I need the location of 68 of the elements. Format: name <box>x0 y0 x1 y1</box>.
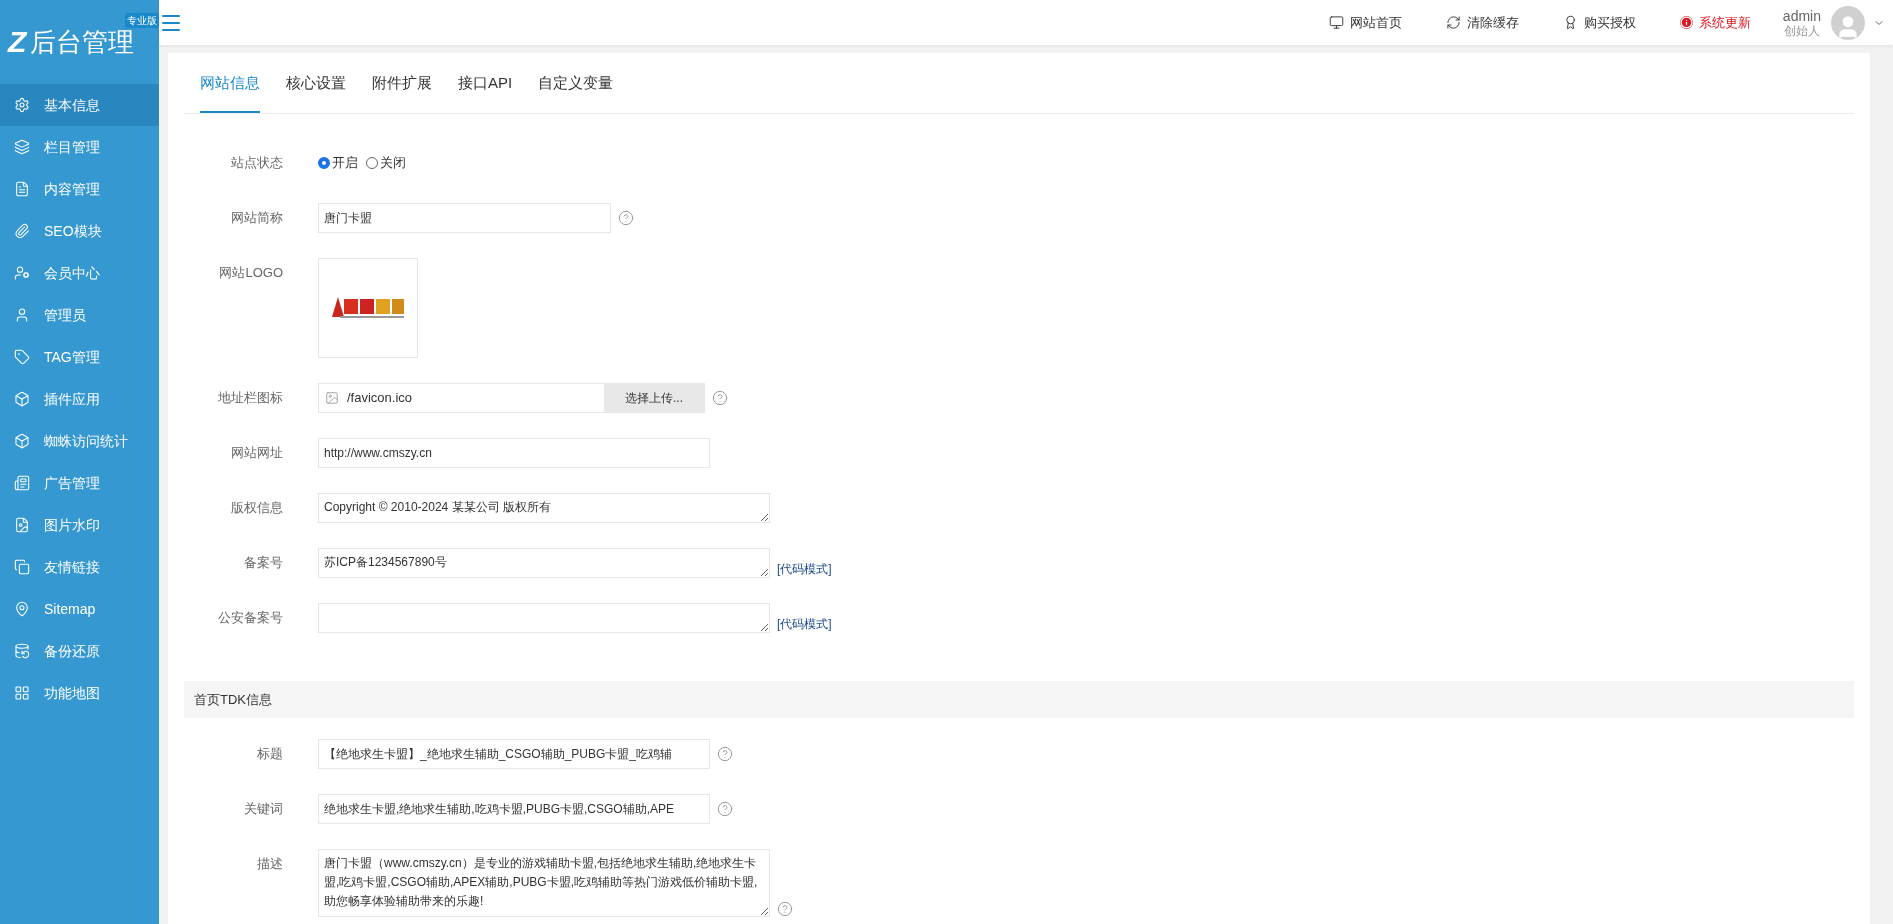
input-field[interactable]: 唐门卡盟（www.cmszy.cn）是专业的游戏辅助卡盟,包括绝地求生辅助,绝地求生卡盟,吃鸡卡盟,CSGO辅助,APEX辅助,PUBG卡盟,吃鸡辅助等热门游戏低价辅助卡盟,助您畅享体验辅助带来的乐趣! <box>318 849 770 917</box>
backup-icon <box>14 643 30 659</box>
field-label: 站点状态 <box>230 154 283 172</box>
user-role: 创始人 <box>1783 23 1820 38</box>
logo-mark: Z <box>8 27 27 57</box>
file-field[interactable]: /favicon.ico 选择上传... <box>318 383 705 413</box>
image-icon <box>325 391 339 405</box>
user-icon <box>14 307 30 323</box>
code-mode-link[interactable]: [代码模式] <box>777 615 832 633</box>
copy-icon <box>14 559 30 575</box>
section-header: 首页TDK信息 <box>184 681 1854 718</box>
monitor-icon <box>1328 15 1344 30</box>
field-label: 关键词 <box>243 800 283 818</box>
paperclip-icon <box>14 223 30 239</box>
user-name: admin <box>1782 7 1821 24</box>
ad-icon <box>14 475 30 491</box>
field-label: 描述 <box>256 855 283 873</box>
help-icon[interactable] <box>717 801 733 817</box>
header-link[interactable]: 清除缓存 <box>1445 12 1519 33</box>
grid-icon <box>14 685 30 701</box>
document-icon <box>14 181 30 197</box>
header-link[interactable]: 系统更新 <box>1679 12 1751 33</box>
input-field[interactable]: 唐门卡盟 <box>318 203 611 233</box>
edition-badge: 专业版 <box>125 13 159 28</box>
avatar[interactable] <box>1831 5 1865 40</box>
upload-button[interactable]: 选择上传... <box>604 384 704 412</box>
map-icon <box>14 601 30 617</box>
tab[interactable]: 接口API <box>458 55 513 113</box>
logo-preview[interactable] <box>318 258 418 358</box>
tab[interactable]: 核心设置 <box>286 55 346 113</box>
field-label: 备案号 <box>243 554 283 572</box>
input-field[interactable]: http://www.cmszy.cn <box>318 438 710 468</box>
image-file-icon <box>14 517 30 533</box>
code-mode-link[interactable]: [代码模式] <box>777 560 832 578</box>
tab[interactable]: 自定义变量 <box>538 55 614 113</box>
sidebar-item[interactable]: 基本信息 <box>0 84 159 126</box>
help-icon[interactable] <box>777 901 793 917</box>
field-label: 网站网址 <box>230 444 283 462</box>
tab[interactable]: 附件扩展 <box>372 55 432 113</box>
field-label: 公安备案号 <box>217 609 283 627</box>
input-field[interactable]: 绝地求生卡盟,绝地求生辅助,吃鸡卡盟,PUBG卡盟,CSGO辅助,APE <box>318 794 710 824</box>
header-link[interactable]: 购买授权 <box>1562 12 1636 33</box>
radio-option[interactable]: 开启 <box>318 153 358 173</box>
field-label: 网站LOGO <box>218 264 283 282</box>
field-label: 版权信息 <box>230 499 283 517</box>
help-icon[interactable] <box>712 390 728 406</box>
info-icon <box>1679 16 1693 29</box>
cube-icon <box>14 433 30 449</box>
radio-option[interactable]: 关闭 <box>366 153 406 173</box>
cube-icon <box>14 391 30 407</box>
logo-title: 后台管理 <box>30 29 135 55</box>
gear-icon <box>14 97 30 113</box>
field-label: 地址栏图标 <box>217 389 283 407</box>
input-field[interactable]: 【绝地求生卡盟】_绝地求生辅助_CSGO辅助_PUBG卡盟_吃鸡辅 <box>318 739 710 769</box>
header-link[interactable]: 网站首页 <box>1328 12 1402 33</box>
input-field[interactable]: Copyright © 2010-2024 某某公司 版权所有 <box>318 493 770 523</box>
input-field[interactable]: 苏ICP备1234567890号 <box>318 548 770 578</box>
help-icon[interactable] <box>618 210 634 226</box>
user-list-icon <box>14 265 30 281</box>
field-label: 网站简称 <box>230 209 283 227</box>
help-icon[interactable] <box>717 746 733 762</box>
field-value: /favicon.ico <box>347 389 414 408</box>
layers-icon <box>14 139 30 155</box>
input-field[interactable] <box>318 603 770 633</box>
tag-icon <box>14 349 30 365</box>
tab[interactable]: 网站信息 <box>200 55 260 113</box>
field-label: 标题 <box>256 745 283 763</box>
refresh-icon <box>1445 15 1461 30</box>
